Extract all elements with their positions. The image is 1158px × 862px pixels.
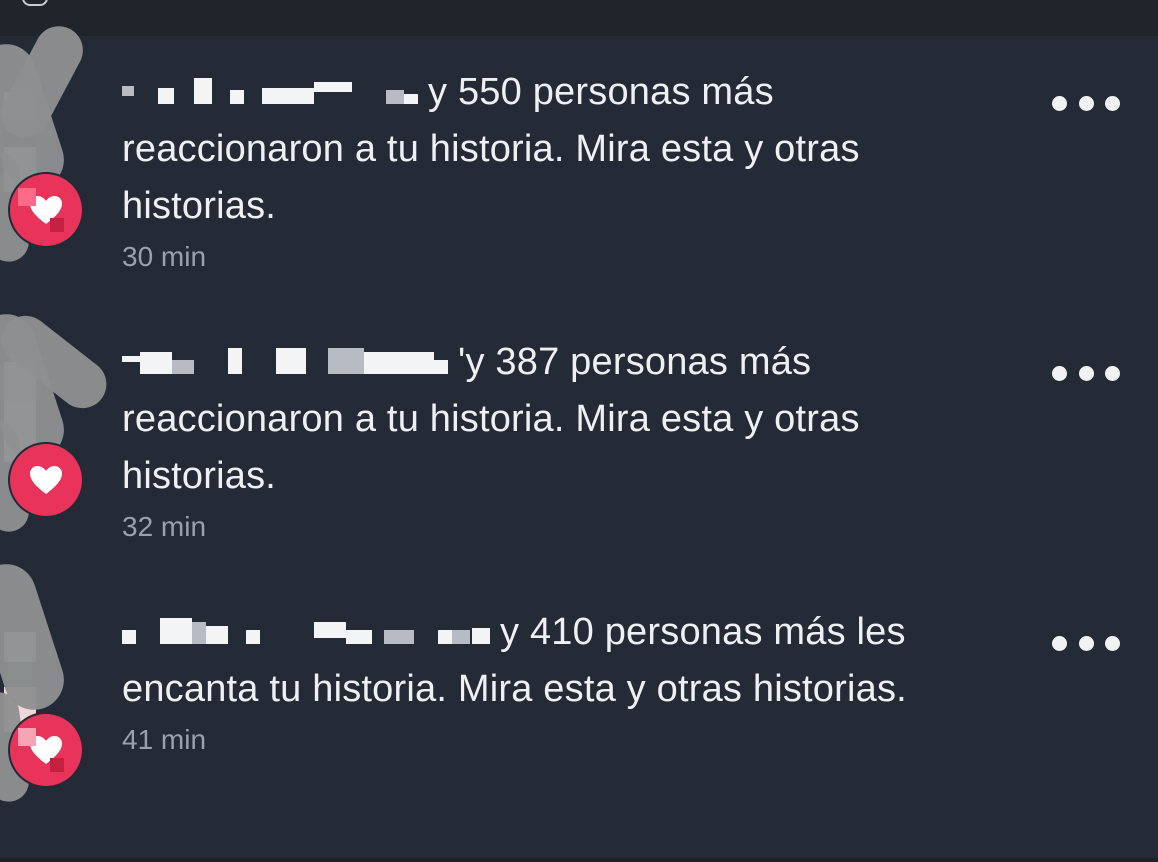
pixelation [18, 728, 36, 746]
notification-text: 'y 387 personas más reaccionaron a tu hi… [122, 334, 1002, 547]
more-icon-dot [1078, 95, 1094, 111]
avatar[interactable] [0, 306, 117, 535]
more-options-button[interactable] [1052, 88, 1120, 118]
more-icon-dot [1105, 95, 1120, 111]
notification-item[interactable]: y 550 personas más reaccionaron a tu his… [0, 17, 1158, 320]
bottom-edge [0, 858, 1158, 862]
reaction-badge [10, 174, 82, 246]
pixelation [50, 218, 64, 232]
heart-icon [30, 466, 62, 494]
partial-icon [22, 0, 48, 6]
more-options-button[interactable] [1052, 358, 1120, 388]
redacted-names [122, 78, 422, 108]
reaction-badge [10, 444, 82, 516]
timestamp: 32 min [122, 511, 207, 542]
pixelation [18, 188, 36, 206]
notification-message: y 410 personas más les encanta tu histor… [122, 604, 1002, 718]
more-icon-dot [1105, 635, 1120, 651]
more-options-button[interactable] [1052, 628, 1120, 658]
more-icon-dot [1105, 365, 1120, 381]
top-status-bar [0, 0, 1158, 36]
notification-text: y 410 personas más les encanta tu histor… [122, 604, 1002, 760]
notification-item[interactable]: 'y 387 personas más reaccionaron a tu hi… [0, 306, 1158, 590]
notification-message: y 550 personas más reaccionaron a tu his… [122, 64, 1002, 235]
avatar[interactable] [0, 556, 90, 805]
pixelation [50, 758, 64, 772]
timestamp: 41 min [122, 724, 207, 755]
more-icon-dot [1078, 635, 1094, 651]
notification-message: 'y 387 personas más reaccionaron a tu hi… [122, 334, 1002, 505]
notification-item[interactable]: y 410 personas más les encanta tu histor… [0, 556, 1158, 860]
more-icon-dot [1078, 365, 1094, 381]
notification-text: y 550 personas más reaccionaron a tu his… [122, 64, 1002, 277]
redacted-names [122, 348, 452, 378]
timestamp: 30 min [122, 241, 207, 272]
more-icon-dot [1052, 365, 1067, 381]
avatar[interactable] [0, 17, 92, 265]
more-icon-dot [1052, 635, 1067, 651]
more-icon-dot [1052, 95, 1067, 111]
reaction-badge [10, 714, 82, 786]
redacted-names [122, 618, 494, 648]
